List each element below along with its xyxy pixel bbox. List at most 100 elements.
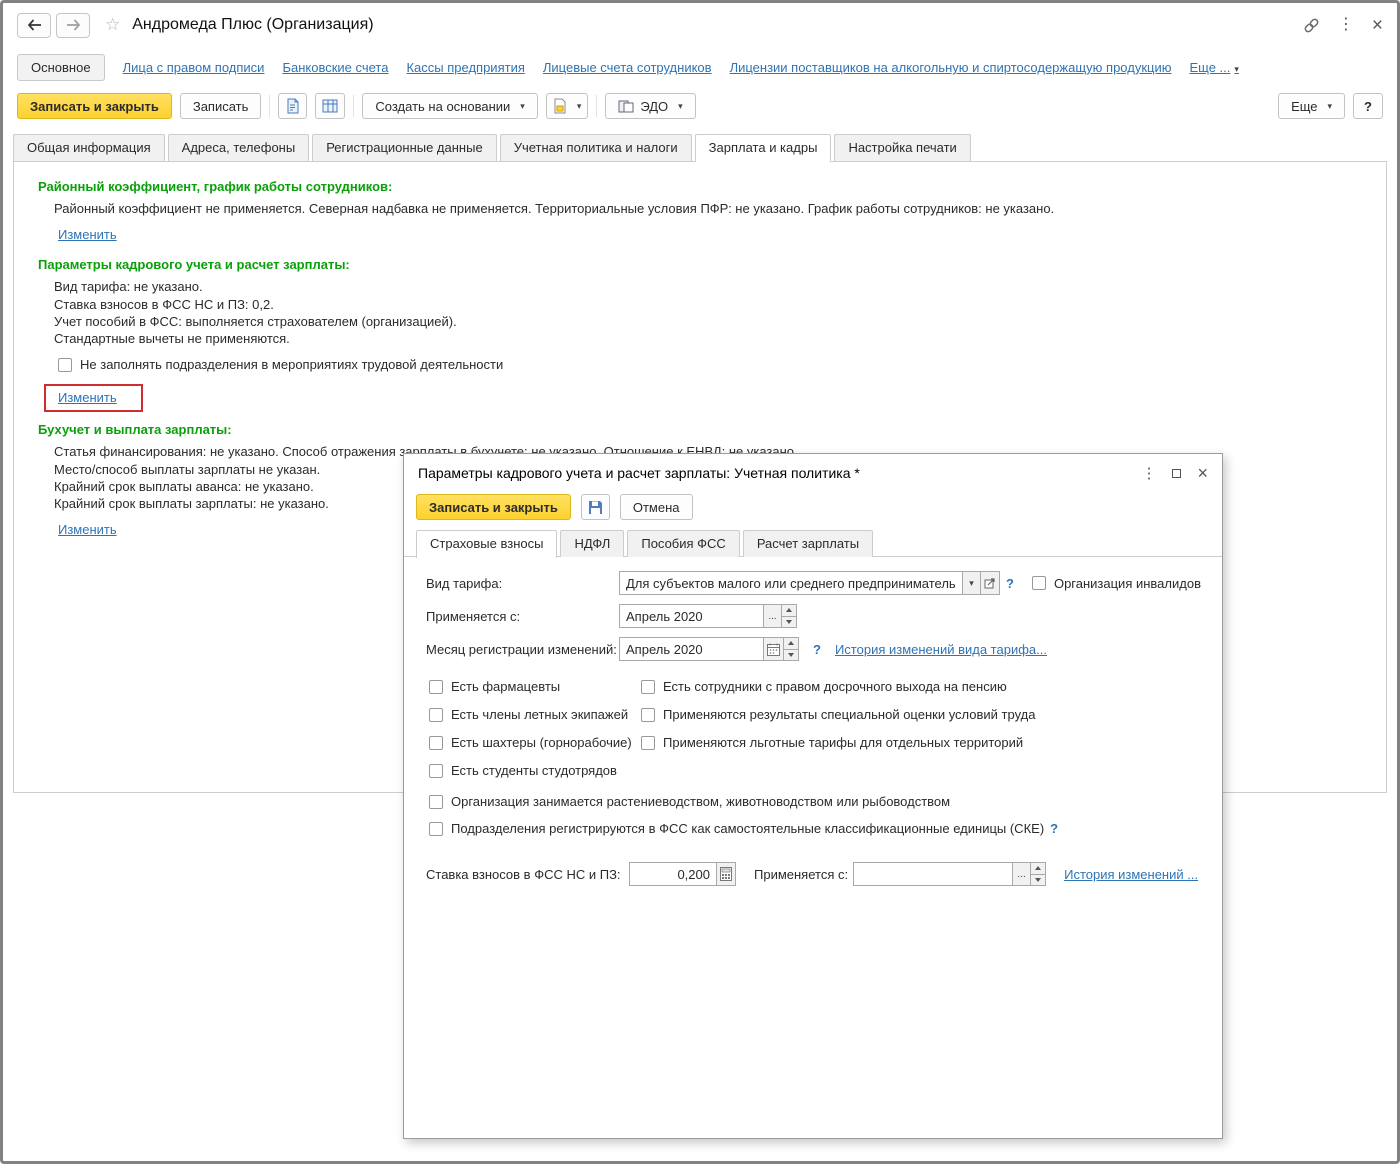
tariff-dropdown-button[interactable]: ▾ bbox=[962, 571, 981, 595]
get-link-icon[interactable] bbox=[1303, 17, 1320, 34]
nav-item-personal-accounts[interactable]: Лицевые счета сотрудников bbox=[543, 60, 712, 75]
applies-from-spinner bbox=[781, 604, 797, 628]
dialog-save-close-button[interactable]: Записать и закрыть bbox=[416, 494, 571, 520]
checkbox-box-icon bbox=[429, 763, 443, 778]
applies-from-label: Применяется с: bbox=[426, 608, 521, 624]
reg-month-input[interactable] bbox=[619, 637, 764, 661]
dialog-tabstrip: Страховые взносы НДФЛ Пособия ФСС Расчет… bbox=[404, 530, 1222, 558]
applies-from-choose-button[interactable]: ... bbox=[763, 604, 782, 628]
save-button[interactable]: Записать bbox=[179, 93, 262, 119]
tab-insurance-contributions[interactable]: Страховые взносы bbox=[416, 530, 558, 558]
applies-from-input[interactable] bbox=[619, 604, 764, 628]
tariff-type-row: Вид тарифа: ▾ ? Организация инвалидов bbox=[416, 571, 1210, 595]
forward-button[interactable] bbox=[56, 12, 90, 38]
tab-ndfl[interactable]: НДФЛ bbox=[560, 530, 625, 557]
nav-more-link[interactable]: Еще ... ▾ bbox=[1189, 60, 1238, 75]
tab-addresses[interactable]: Адреса, телефоны bbox=[167, 134, 310, 161]
hr-params-line: Вид тарифа: не указано. bbox=[54, 279, 203, 295]
spin-down-button[interactable] bbox=[783, 648, 799, 661]
fss-rate-row: Ставка взносов в ФСС НС и ПЗ: Применяетс… bbox=[416, 862, 1210, 886]
dialog-menu-icon[interactable]: ⋮ bbox=[1141, 466, 1156, 481]
favorite-star-icon[interactable]: ☆ bbox=[105, 15, 120, 35]
toolbar-separator bbox=[269, 95, 271, 117]
tab-salary-hr[interactable]: Зарплата и кадры bbox=[694, 134, 832, 162]
save-close-button[interactable]: Записать и закрыть bbox=[17, 93, 172, 119]
tab-print-settings[interactable]: Настройка печати bbox=[834, 134, 971, 161]
back-button[interactable] bbox=[17, 12, 51, 38]
nav-item-signers[interactable]: Лица с правом подписи bbox=[123, 60, 265, 75]
hr-params-line: Ставка взносов в ФСС НС и ПЗ: 0,2. bbox=[54, 296, 274, 312]
ske-help-icon[interactable]: ? bbox=[1050, 821, 1058, 836]
maximize-icon[interactable] bbox=[1172, 468, 1182, 478]
create-based-on-button[interactable]: Создать на основании ▾ bbox=[362, 93, 538, 119]
dialog-title: Параметры кадрового учета и расчет зарпл… bbox=[418, 465, 860, 481]
district-change-link[interactable]: Изменить bbox=[58, 227, 117, 242]
fss-rate-calc-button[interactable] bbox=[716, 862, 736, 886]
more-actions-button[interactable]: Еще ▾ bbox=[1278, 93, 1346, 119]
checkbox-ske[interactable]: Подразделения регистрируются в ФСС как с… bbox=[429, 821, 1044, 836]
tariff-type-input[interactable] bbox=[619, 571, 963, 595]
skip-departments-checkbox[interactable]: Не заполнять подразделения в мероприятия… bbox=[58, 357, 503, 372]
rate-applies-spinner bbox=[1030, 862, 1047, 886]
close-icon[interactable]: × bbox=[1372, 16, 1383, 35]
spin-down-button[interactable] bbox=[781, 615, 797, 628]
checkbox-box-icon bbox=[429, 679, 443, 694]
toolbar-separator bbox=[353, 95, 355, 117]
nav-item-alcohol-licenses[interactable]: Лицензии поставщиков на алкогольную и сп… bbox=[730, 60, 1172, 75]
window-menu-icon[interactable]: ⋮ bbox=[1338, 17, 1354, 33]
floppy-disk-icon bbox=[588, 500, 602, 514]
arrow-left-icon bbox=[27, 19, 41, 31]
tab-accounting-policy[interactable]: Учетная политика и налоги bbox=[499, 134, 692, 161]
checkbox-pharmacists[interactable]: Есть фармацевты bbox=[429, 679, 641, 694]
hr-params-line: Стандартные вычеты не применяются. bbox=[54, 331, 290, 346]
reg-month-calendar-button[interactable] bbox=[763, 637, 784, 661]
nav-item-main[interactable]: Основное bbox=[17, 54, 105, 81]
accounting-change-link[interactable]: Изменить bbox=[58, 522, 117, 537]
nav-item-cash-desks[interactable]: Кассы предприятия bbox=[406, 60, 524, 75]
checkbox-box-icon bbox=[429, 821, 443, 836]
edo-button[interactable]: ЭДО ▾ bbox=[605, 93, 696, 119]
hr-params-change-link[interactable]: Изменить bbox=[58, 390, 117, 405]
tariff-help-icon[interactable]: ? bbox=[1006, 576, 1014, 591]
hr-change-wrap: Изменить bbox=[44, 384, 143, 413]
tab-fss-benefits[interactable]: Пособия ФСС bbox=[627, 530, 740, 557]
checkbox-agro[interactable]: Организация занимается растениеводством,… bbox=[429, 794, 950, 809]
checkbox-flight-crews[interactable]: Есть члены летных экипажей bbox=[429, 707, 641, 722]
checkbox-preferential-territory-tariffs[interactable]: Применяются льготные тарифы для отдельны… bbox=[641, 735, 1210, 750]
tariff-open-button[interactable] bbox=[980, 571, 1000, 595]
reg-month-help-icon[interactable]: ? bbox=[813, 642, 821, 657]
org-invalids-checkbox[interactable]: Организация инвалидов bbox=[1031, 575, 1201, 591]
insurance-tab-content: Вид тарифа: ▾ ? Организация инвалидов Пр… bbox=[404, 556, 1222, 886]
rate-applies-input[interactable] bbox=[853, 862, 1014, 886]
dialog-save-button[interactable] bbox=[580, 494, 610, 520]
report-button[interactable] bbox=[315, 93, 346, 119]
reg-month-row: Месяц регистрации изменений: ? История и… bbox=[416, 637, 1210, 661]
rate-history-link[interactable]: История изменений ... bbox=[1064, 867, 1198, 882]
dialog-close-icon[interactable]: × bbox=[1197, 464, 1208, 482]
reg-month-label: Месяц регистрации изменений: bbox=[426, 641, 617, 657]
dialog-toolbar: Записать и закрыть Отмена bbox=[404, 492, 1222, 530]
form-tabstrip: Общая информация Адреса, телефоны Регист… bbox=[3, 134, 1397, 162]
tariff-history-link[interactable]: История изменений вида тарифа... bbox=[835, 642, 1047, 657]
tab-registration-data[interactable]: Регистрационные данные bbox=[312, 134, 497, 161]
dialog-cancel-button[interactable]: Отмена bbox=[619, 494, 693, 520]
checkbox-miners[interactable]: Есть шахтеры (горнорабочие) bbox=[429, 735, 641, 750]
checkbox-label: Не заполнять подразделения в мероприятия… bbox=[80, 357, 504, 373]
tab-salary-calc[interactable]: Расчет зарплаты bbox=[742, 530, 874, 557]
attached-files-button[interactable] bbox=[278, 93, 308, 119]
checkbox-box-icon bbox=[429, 735, 443, 750]
checkbox-label: Организация инвалидов bbox=[1053, 575, 1201, 591]
edo-documents-icon bbox=[618, 100, 634, 112]
file-actions-dropdown-button[interactable]: ▾ bbox=[545, 93, 589, 119]
rate-applies-choose-button[interactable]: ... bbox=[1012, 862, 1032, 886]
checkbox-student-squads[interactable]: Есть студенты студотрядов bbox=[429, 763, 641, 778]
spin-down-button[interactable] bbox=[1030, 873, 1047, 886]
checkbox-early-retirement[interactable]: Есть сотрудники с правом досрочного выхо… bbox=[641, 679, 1210, 694]
nav-item-bank-accounts[interactable]: Банковские счета bbox=[282, 60, 388, 75]
rate-applies-label: Применяется с: bbox=[754, 866, 849, 882]
applies-from-row: Применяется с: ... bbox=[416, 604, 1210, 628]
help-button[interactable]: ? bbox=[1353, 93, 1383, 119]
checkbox-special-assessment[interactable]: Применяются результаты специальной оценк… bbox=[641, 707, 1210, 722]
fss-rate-input[interactable] bbox=[629, 862, 717, 886]
tab-general-info[interactable]: Общая информация bbox=[13, 134, 165, 161]
